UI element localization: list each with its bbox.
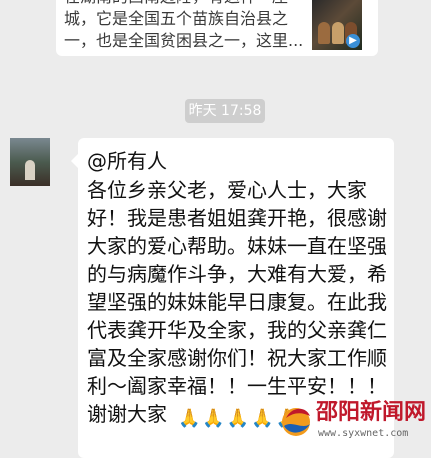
avatar[interactable] [10, 138, 50, 186]
mention-all[interactable]: @所有人 [87, 148, 167, 174]
watermark-url: www.syxwnet.com [318, 428, 409, 439]
shared-article-card[interactable]: 在湖南的西南边陲，有这样一座 城，它是全国五个苗族自治县之 一，也是全国贫困县之… [56, 0, 378, 56]
shared-article-text: 在湖南的西南边陲，有这样一座 城，它是全国五个苗族自治县之 一，也是全国贫困县之… [64, 0, 304, 50]
watermark-title: 邵阳新闻网 [316, 400, 427, 425]
shared-article-thumbnail: ▶ [312, 0, 362, 50]
message-timestamp: 昨天 17:58 [185, 99, 265, 123]
site-logo-icon [282, 408, 310, 436]
site-watermark: 邵阳新闻网 www.syxwnet.com [268, 398, 431, 446]
message-text: 各位乡亲父老，爱心人士，大家 好！我是患者姐姐龚开艳，很感谢 大家的爱心帮助。妹… [87, 178, 387, 426]
play-badge-icon: ▶ [346, 34, 360, 48]
